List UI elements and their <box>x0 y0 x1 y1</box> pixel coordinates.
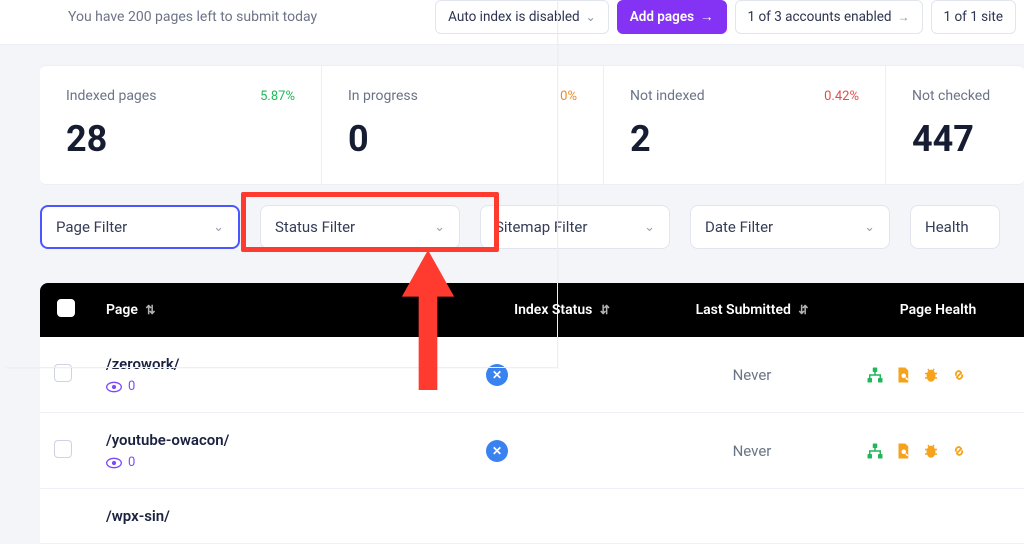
chevron-down-icon: ⌄ <box>586 10 596 24</box>
col-last[interactable]: Last Submitted <box>696 302 791 318</box>
stat-label: Indexed pages <box>66 88 156 104</box>
filter-label: Date Filter <box>705 218 773 236</box>
page-meta: 0 <box>106 379 458 394</box>
eye-icon <box>106 381 122 393</box>
col-page[interactable]: Page <box>106 302 138 318</box>
stat-card-notchecked[interactable]: Not checked 447 <box>886 66 1024 184</box>
table-row: /youtube-owacon/ 0 ✕ Never <box>40 413 1024 489</box>
link-icon[interactable] <box>950 366 968 384</box>
pages-table: Page ⇅ Index Status ⇵ Last Submitted ⇵ P… <box>40 283 1024 544</box>
stat-value: 0 <box>348 118 577 160</box>
date-filter[interactable]: Date Filter ⌄ <box>690 205 890 249</box>
page-filter[interactable]: Page Filter ⌄ <box>40 205 240 249</box>
sitemap-icon[interactable] <box>866 442 884 460</box>
filter-label: Health <box>925 218 969 236</box>
table-row: /zerowork/ 0 ✕ Never <box>40 337 1024 413</box>
sort-icon[interactable]: ⇵ <box>596 303 610 317</box>
stats-row: Indexed pages 5.87% 28 In progress 0% 0 … <box>40 65 1024 185</box>
sites-button[interactable]: 1 of 1 site <box>931 0 1016 34</box>
add-pages-label: Add pages <box>630 9 694 25</box>
sitemap-filter[interactable]: Sitemap Filter ⌄ <box>480 205 670 249</box>
sites-label: 1 of 1 site <box>944 9 1003 25</box>
status-error-icon[interactable]: ✕ <box>486 364 508 386</box>
arrow-right-icon: → <box>700 9 714 25</box>
stat-label: In progress <box>348 88 418 104</box>
select-all-checkbox[interactable] <box>57 299 75 317</box>
page-views: 0 <box>128 379 135 394</box>
status-error-icon[interactable]: ✕ <box>486 440 508 462</box>
auto-index-label: Auto index is disabled <box>448 9 580 25</box>
row-checkbox[interactable] <box>54 364 72 382</box>
page-meta: 0 <box>106 455 458 470</box>
chevron-down-icon: ⌄ <box>213 220 224 235</box>
chevron-down-icon: ⌄ <box>434 220 445 235</box>
stat-label: Not checked <box>912 88 990 104</box>
filter-label: Page Filter <box>56 218 127 236</box>
health-icons <box>866 366 1010 384</box>
status-filter[interactable]: Status Filter ⌄ <box>260 205 460 249</box>
add-pages-button[interactable]: Add pages → <box>617 0 727 34</box>
page-path[interactable]: /wpx-sin/ <box>106 507 458 525</box>
stat-card-notindexed[interactable]: Not indexed 0.42% 2 <box>604 66 886 184</box>
stat-card-progress[interactable]: In progress 0% 0 <box>322 66 604 184</box>
arrow-right-icon: → <box>898 10 910 24</box>
sort-icon[interactable]: ⇅ <box>141 303 155 317</box>
health-filter[interactable]: Health <box>910 205 1000 249</box>
filter-label: Status Filter <box>275 218 355 236</box>
stat-percent: 0% <box>560 89 577 104</box>
col-index[interactable]: Index Status <box>514 302 592 318</box>
last-submitted: Never <box>652 413 852 489</box>
top-buttons: Auto index is disabled ⌄ Add pages → 1 o… <box>435 0 1016 34</box>
row-checkbox[interactable] <box>54 440 72 458</box>
page-path[interactable]: /zerowork/ <box>106 355 458 373</box>
chevron-down-icon: ⌄ <box>644 220 655 235</box>
filter-row: Page Filter ⌄ Status Filter ⌄ Sitemap Fi… <box>0 205 1024 249</box>
stat-value: 447 <box>912 118 1024 160</box>
bug-icon[interactable] <box>922 366 940 384</box>
stat-percent: 5.87% <box>260 89 295 104</box>
health-icons <box>866 442 1010 460</box>
file-search-icon[interactable] <box>894 366 912 384</box>
stat-card-indexed[interactable]: Indexed pages 5.87% 28 <box>40 66 322 184</box>
sort-icon[interactable]: ⇵ <box>794 303 808 317</box>
top-bar: You have 200 pages left to submit today … <box>0 0 1024 45</box>
file-search-icon[interactable] <box>894 442 912 460</box>
sitemap-icon[interactable] <box>866 366 884 384</box>
eye-icon <box>106 457 122 469</box>
auto-index-toggle[interactable]: Auto index is disabled ⌄ <box>435 0 609 34</box>
page-path[interactable]: /youtube-owacon/ <box>106 431 458 449</box>
accounts-button[interactable]: 1 of 3 accounts enabled → <box>735 0 923 34</box>
page-views: 0 <box>128 455 135 470</box>
quota-text: You have 200 pages left to submit today <box>68 9 435 25</box>
bug-icon[interactable] <box>922 442 940 460</box>
table-header: Page ⇅ Index Status ⇵ Last Submitted ⇵ P… <box>40 283 1024 337</box>
table-row: /wpx-sin/ <box>40 489 1024 544</box>
last-submitted: Never <box>652 337 852 413</box>
link-icon[interactable] <box>950 442 968 460</box>
stat-value: 2 <box>630 118 859 160</box>
stat-label: Not indexed <box>630 88 705 104</box>
stat-value: 28 <box>66 118 295 160</box>
filter-label: Sitemap Filter <box>495 218 587 236</box>
col-health[interactable]: Page Health <box>900 302 977 318</box>
stat-percent: 0.42% <box>824 89 859 104</box>
chevron-down-icon: ⌄ <box>864 220 875 235</box>
accounts-label: 1 of 3 accounts enabled <box>748 9 892 25</box>
